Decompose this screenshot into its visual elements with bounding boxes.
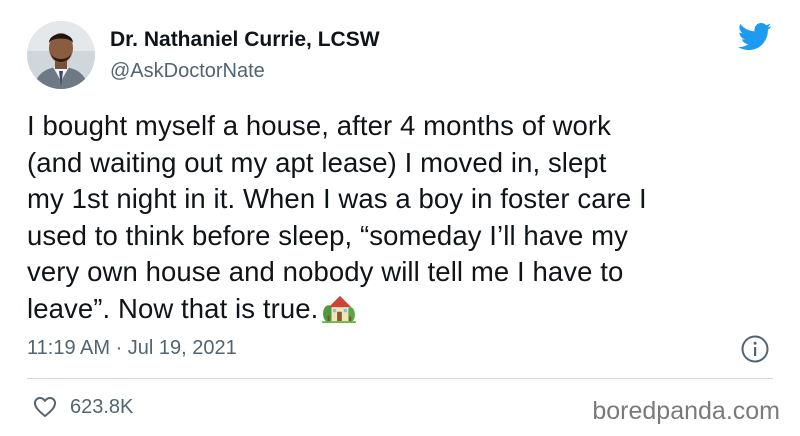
avatar-photo [27,21,95,89]
twitter-bird-icon[interactable] [738,22,772,52]
heart-icon[interactable] [33,396,57,418]
author-handle[interactable]: @AskDoctorNate [110,60,265,83]
like-count: 623.8K [70,396,134,418]
author-display-name[interactable]: Dr. Nathaniel Currie, LCSW [110,28,380,52]
tweet-text-line: I bought myself a house, after 4 months … [27,110,612,141]
tweet-timestamp[interactable]: 11:19 AM · Jul 19, 2021 [27,337,237,360]
avatar[interactable] [27,21,95,89]
tweet-text-last-line: leave”. Now that is true. [27,291,777,328]
house-with-garden-icon [322,295,357,323]
tweet-text-line: leave”. Now that is true. [27,292,319,324]
tweet-card: Dr. Nathaniel Currie, LCSW @AskDoctorNat… [0,0,800,436]
divider [27,378,773,379]
tweet-text-line: used to think before sleep, “someday I’l… [27,219,629,251]
tweet-text-line: very own house and nobody will tell me I… [27,256,624,287]
tweet-text-line: my 1st night in it. When I was a boy in … [27,183,647,214]
tweet-text: I bought myself a house, after 4 months … [27,108,777,327]
info-icon[interactable] [740,334,770,364]
watermark: boredpanda.com [592,397,780,425]
tweet-text-line: (and waiting out my apt lease) I moved i… [27,146,607,178]
